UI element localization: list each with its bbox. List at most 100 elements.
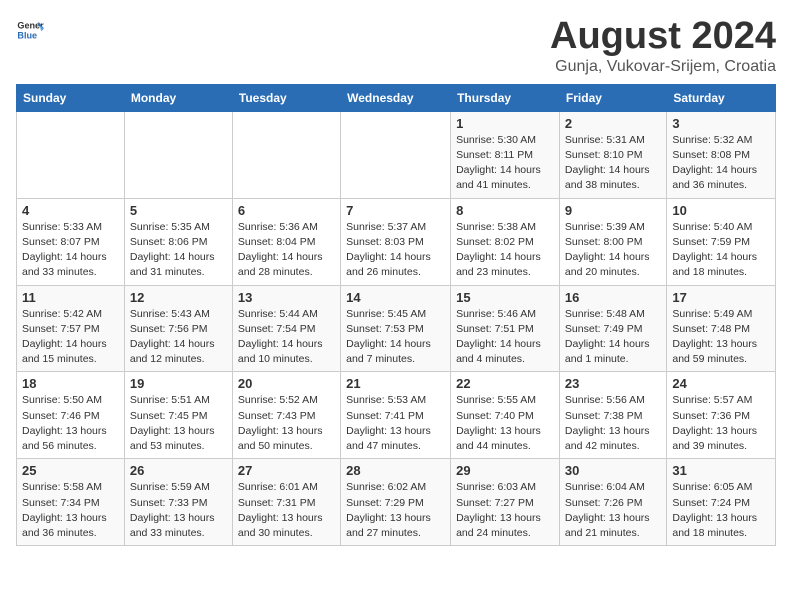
calendar-cell: 30 Sunrise: 6:04 AM Sunset: 7:26 PM Dayli…	[559, 459, 666, 546]
calendar-cell: 27Sunrise: 6:01 AM Sunset: 7:31 PM Dayli…	[232, 459, 340, 546]
day-info: Sunrise: 5:48 AM Sunset: 7:49 PM Dayligh…	[565, 307, 661, 368]
day-number: 18	[22, 376, 119, 391]
day-number: 3	[672, 116, 770, 131]
calendar-cell: 6Sunrise: 5:36 AM Sunset: 8:04 PM Daylig…	[232, 198, 340, 285]
day-number: 11	[22, 290, 119, 305]
calendar-cell: 2 Sunrise: 5:31 AM Sunset: 8:10 PM Daylig…	[559, 111, 666, 198]
title-block: August 2024 Gunja, Vukovar-Srijem, Croat…	[550, 16, 776, 76]
day-number: 15	[456, 290, 554, 305]
calendar-week-row: 4 Sunrise: 5:33 AM Sunset: 8:07 PM Daylig…	[17, 198, 776, 285]
day-number: 9	[565, 203, 661, 218]
day-info: Sunrise: 5:49 AM Sunset: 7:48 PM Dayligh…	[672, 307, 770, 368]
calendar-cell	[124, 111, 232, 198]
calendar-cell	[17, 111, 125, 198]
day-info: Sunrise: 5:44 AM Sunset: 7:54 PM Dayligh…	[238, 307, 335, 368]
calendar-cell: 19Sunrise: 5:51 AM Sunset: 7:45 PM Dayli…	[124, 372, 232, 459]
calendar-cell	[341, 111, 451, 198]
day-number: 6	[238, 203, 335, 218]
calendar-cell: 12 Sunrise: 5:43 AM Sunset: 7:56 PM Dayli…	[124, 285, 232, 372]
calendar-cell: 29 Sunrise: 6:03 AM Sunset: 7:27 PM Dayli…	[451, 459, 560, 546]
day-number: 29	[456, 463, 554, 478]
calendar-cell: 13Sunrise: 5:44 AM Sunset: 7:54 PM Dayli…	[232, 285, 340, 372]
day-info: Sunrise: 5:58 AM Sunset: 7:34 PM Dayligh…	[22, 480, 119, 541]
calendar-cell: 8Sunrise: 5:38 AM Sunset: 8:02 PM Daylig…	[451, 198, 560, 285]
calendar-cell: 25 Sunrise: 5:58 AM Sunset: 7:34 PM Dayli…	[17, 459, 125, 546]
calendar-title: August 2024	[550, 16, 776, 58]
calendar-cell: 14 Sunrise: 5:45 AM Sunset: 7:53 PM Dayli…	[341, 285, 451, 372]
calendar-cell: 1Sunrise: 5:30 AM Sunset: 8:11 PM Daylig…	[451, 111, 560, 198]
calendar-cell: 16Sunrise: 5:48 AM Sunset: 7:49 PM Dayli…	[559, 285, 666, 372]
calendar-body: 1Sunrise: 5:30 AM Sunset: 8:11 PM Daylig…	[17, 111, 776, 545]
day-info: Sunrise: 5:50 AM Sunset: 7:46 PM Dayligh…	[22, 393, 119, 454]
day-info: Sunrise: 5:59 AM Sunset: 7:33 PM Dayligh…	[130, 480, 227, 541]
day-info: Sunrise: 5:55 AM Sunset: 7:40 PM Dayligh…	[456, 393, 554, 454]
day-number: 27	[238, 463, 335, 478]
calendar-cell: 28 Sunrise: 6:02 AM Sunset: 7:29 PM Dayli…	[341, 459, 451, 546]
day-number: 4	[22, 203, 119, 218]
day-number: 31	[672, 463, 770, 478]
logo-icon: General Blue	[16, 16, 44, 44]
col-monday: Monday	[124, 84, 232, 111]
calendar-cell: 22 Sunrise: 5:55 AM Sunset: 7:40 PM Dayli…	[451, 372, 560, 459]
day-number: 7	[346, 203, 445, 218]
calendar-cell: 17 Sunrise: 5:49 AM Sunset: 7:48 PM Dayli…	[667, 285, 776, 372]
calendar-cell: 9 Sunrise: 5:39 AM Sunset: 8:00 PM Daylig…	[559, 198, 666, 285]
day-number: 25	[22, 463, 119, 478]
day-info: Sunrise: 5:57 AM Sunset: 7:36 PM Dayligh…	[672, 393, 770, 454]
day-info: Sunrise: 5:52 AM Sunset: 7:43 PM Dayligh…	[238, 393, 335, 454]
calendar-subtitle: Gunja, Vukovar-Srijem, Croatia	[550, 58, 776, 76]
day-info: Sunrise: 6:04 AM Sunset: 7:26 PM Dayligh…	[565, 480, 661, 541]
day-info: Sunrise: 5:30 AM Sunset: 8:11 PM Dayligh…	[456, 133, 554, 194]
calendar-cell	[232, 111, 340, 198]
calendar-cell: 4 Sunrise: 5:33 AM Sunset: 8:07 PM Daylig…	[17, 198, 125, 285]
day-number: 28	[346, 463, 445, 478]
day-info: Sunrise: 5:32 AM Sunset: 8:08 PM Dayligh…	[672, 133, 770, 194]
day-number: 12	[130, 290, 227, 305]
day-number: 30	[565, 463, 661, 478]
day-number: 23	[565, 376, 661, 391]
calendar-cell: 15 Sunrise: 5:46 AM Sunset: 7:51 PM Dayli…	[451, 285, 560, 372]
calendar-cell: 23Sunrise: 5:56 AM Sunset: 7:38 PM Dayli…	[559, 372, 666, 459]
day-info: Sunrise: 5:40 AM Sunset: 7:59 PM Dayligh…	[672, 220, 770, 281]
day-info: Sunrise: 5:37 AM Sunset: 8:03 PM Dayligh…	[346, 220, 445, 281]
calendar-cell: 18 Sunrise: 5:50 AM Sunset: 7:46 PM Dayli…	[17, 372, 125, 459]
calendar-cell: 3 Sunrise: 5:32 AM Sunset: 8:08 PM Daylig…	[667, 111, 776, 198]
calendar-week-row: 11 Sunrise: 5:42 AM Sunset: 7:57 PM Dayli…	[17, 285, 776, 372]
calendar-cell: 11 Sunrise: 5:42 AM Sunset: 7:57 PM Dayli…	[17, 285, 125, 372]
day-info: Sunrise: 6:03 AM Sunset: 7:27 PM Dayligh…	[456, 480, 554, 541]
day-number: 10	[672, 203, 770, 218]
day-info: Sunrise: 5:39 AM Sunset: 8:00 PM Dayligh…	[565, 220, 661, 281]
calendar-cell: 10 Sunrise: 5:40 AM Sunset: 7:59 PM Dayli…	[667, 198, 776, 285]
day-info: Sunrise: 6:05 AM Sunset: 7:24 PM Dayligh…	[672, 480, 770, 541]
day-info: Sunrise: 5:46 AM Sunset: 7:51 PM Dayligh…	[456, 307, 554, 368]
day-info: Sunrise: 5:35 AM Sunset: 8:06 PM Dayligh…	[130, 220, 227, 281]
calendar-cell: 21Sunrise: 5:53 AM Sunset: 7:41 PM Dayli…	[341, 372, 451, 459]
calendar-cell: 5 Sunrise: 5:35 AM Sunset: 8:06 PM Daylig…	[124, 198, 232, 285]
day-number: 22	[456, 376, 554, 391]
day-info: Sunrise: 5:42 AM Sunset: 7:57 PM Dayligh…	[22, 307, 119, 368]
day-number: 14	[346, 290, 445, 305]
day-number: 5	[130, 203, 227, 218]
day-info: Sunrise: 5:51 AM Sunset: 7:45 PM Dayligh…	[130, 393, 227, 454]
col-tuesday: Tuesday	[232, 84, 340, 111]
col-thursday: Thursday	[451, 84, 560, 111]
logo: General Blue	[16, 16, 44, 44]
day-info: Sunrise: 5:38 AM Sunset: 8:02 PM Dayligh…	[456, 220, 554, 281]
col-saturday: Saturday	[667, 84, 776, 111]
day-number: 20	[238, 376, 335, 391]
day-info: Sunrise: 5:33 AM Sunset: 8:07 PM Dayligh…	[22, 220, 119, 281]
calendar-cell: 7 Sunrise: 5:37 AM Sunset: 8:03 PM Daylig…	[341, 198, 451, 285]
calendar-week-row: 25 Sunrise: 5:58 AM Sunset: 7:34 PM Dayli…	[17, 459, 776, 546]
calendar-cell: 26Sunrise: 5:59 AM Sunset: 7:33 PM Dayli…	[124, 459, 232, 546]
col-sunday: Sunday	[17, 84, 125, 111]
day-info: Sunrise: 5:31 AM Sunset: 8:10 PM Dayligh…	[565, 133, 661, 194]
calendar-cell: 20 Sunrise: 5:52 AM Sunset: 7:43 PM Dayli…	[232, 372, 340, 459]
day-number: 17	[672, 290, 770, 305]
day-number: 2	[565, 116, 661, 131]
day-info: Sunrise: 6:02 AM Sunset: 7:29 PM Dayligh…	[346, 480, 445, 541]
day-info: Sunrise: 5:43 AM Sunset: 7:56 PM Dayligh…	[130, 307, 227, 368]
day-info: Sunrise: 5:45 AM Sunset: 7:53 PM Dayligh…	[346, 307, 445, 368]
col-wednesday: Wednesday	[341, 84, 451, 111]
svg-text:Blue: Blue	[17, 30, 37, 40]
calendar-week-row: 18 Sunrise: 5:50 AM Sunset: 7:46 PM Dayli…	[17, 372, 776, 459]
